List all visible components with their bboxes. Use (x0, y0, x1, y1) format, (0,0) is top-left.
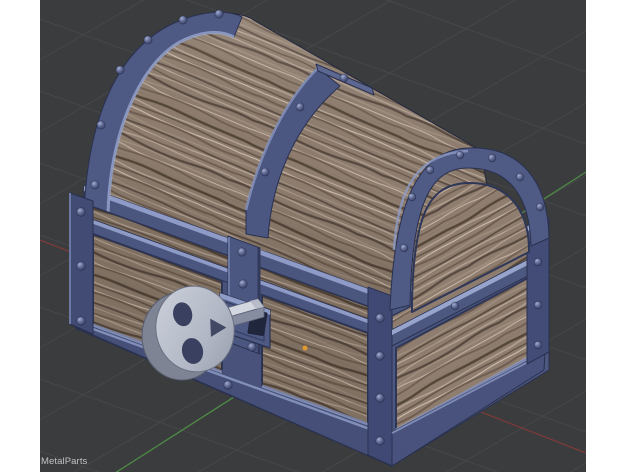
viewport-3d[interactable] (0, 0, 628, 472)
page-strip-left (0, 0, 40, 472)
origin-dot (302, 345, 308, 351)
page-strip-right (586, 0, 628, 472)
screenshot-stage: MetalParts (0, 0, 628, 472)
viewport-label: MetalParts (41, 456, 88, 467)
